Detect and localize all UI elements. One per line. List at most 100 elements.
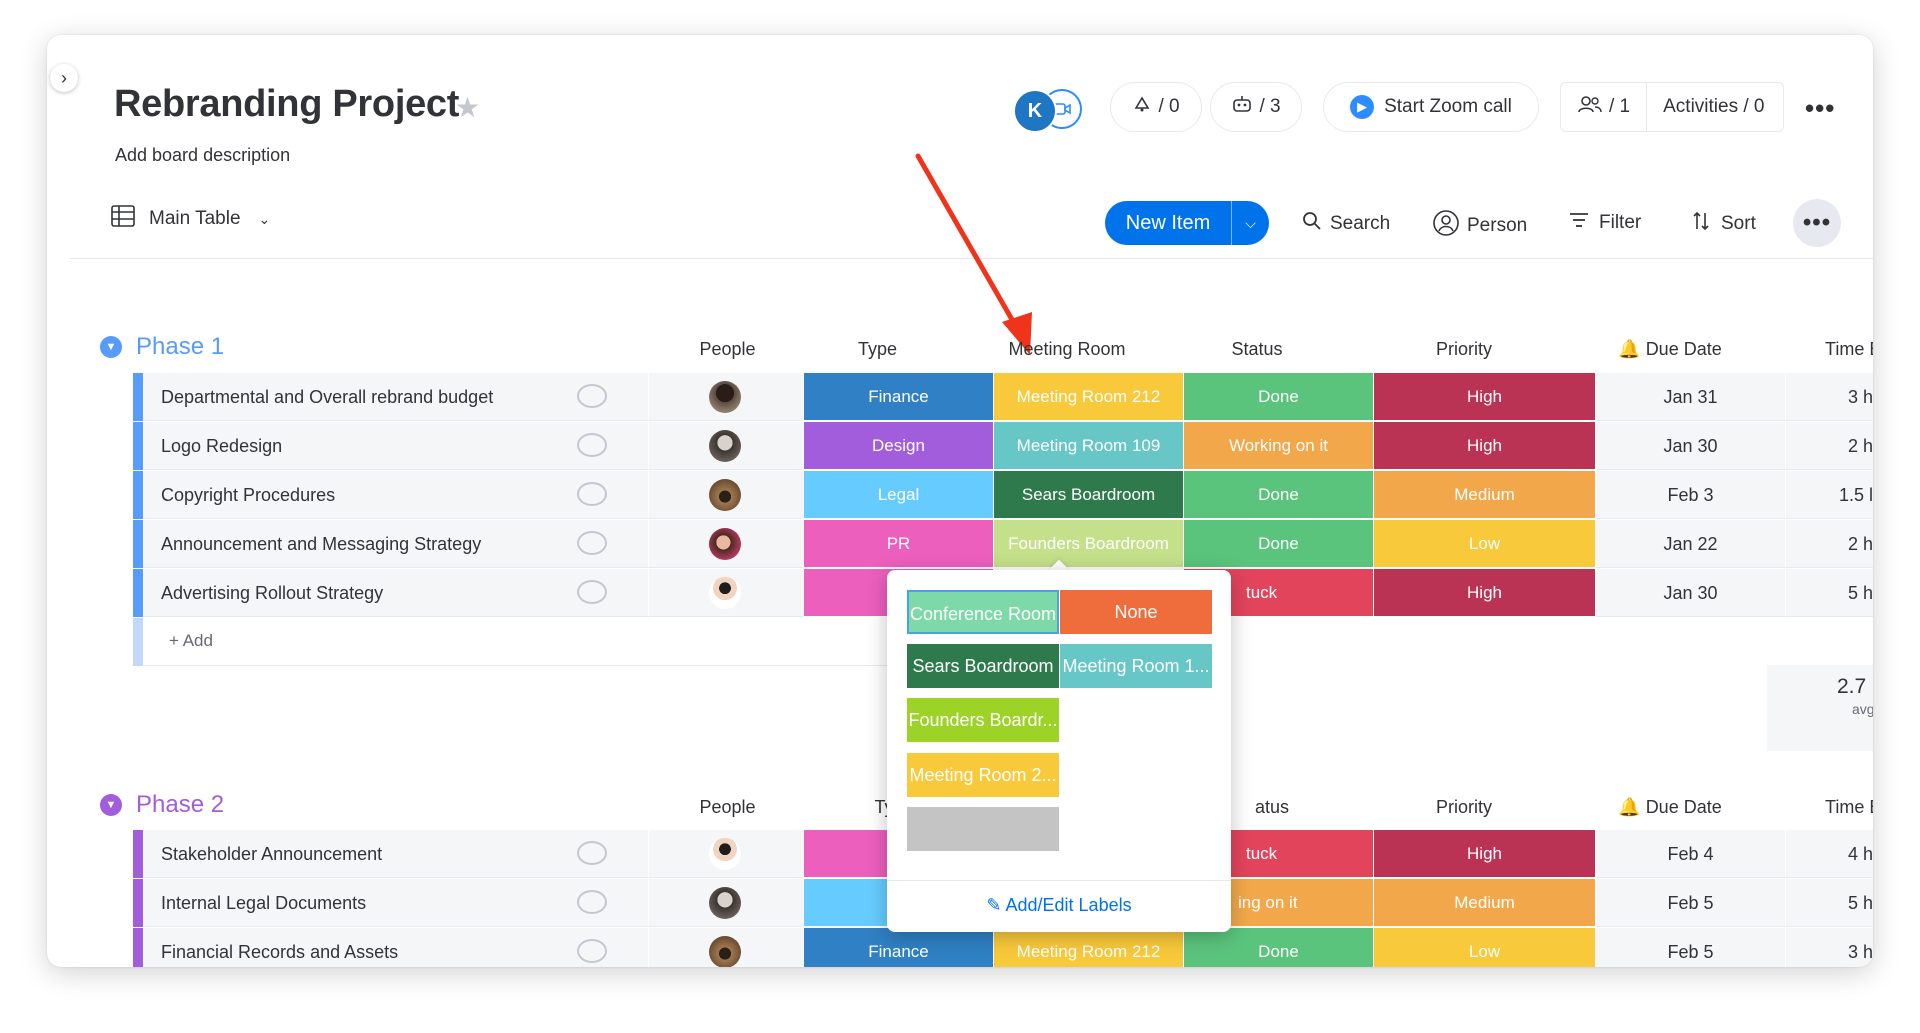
label-option-sears-boardroom[interactable]: Sears Boardroom <box>907 644 1059 688</box>
activities-button[interactable]: Activities / 0 <box>1663 96 1764 118</box>
meeting-room-cell[interactable]: Founders Boardroom <box>993 520 1183 568</box>
people-cell[interactable] <box>648 830 803 878</box>
status-cell[interactable]: Done <box>1183 520 1373 568</box>
updates-button[interactable]: / 0 <box>1110 82 1202 132</box>
meeting-room-cell[interactable]: Meeting Room 212 <box>993 373 1183 421</box>
people-cell[interactable] <box>648 422 803 470</box>
table-row[interactable]: Logo Redesign Design Meeting Room 109 Wo… <box>133 422 1873 470</box>
time-cell[interactable]: 2 h <box>1785 422 1873 470</box>
column-header-time[interactable]: Time E <box>1825 339 1873 360</box>
label-option-meeting-room-212[interactable]: Meeting Room 2... <box>907 753 1059 797</box>
due-date-cell[interactable]: Feb 4 <box>1595 830 1785 878</box>
priority-cell[interactable]: High <box>1373 569 1595 617</box>
table-row[interactable]: Copyright Procedures Legal Sears Boardro… <box>133 471 1873 519</box>
members-count[interactable]: / 1 <box>1609 96 1630 118</box>
automations-button[interactable]: / 3 <box>1210 82 1302 132</box>
time-cell[interactable]: 5 h <box>1785 879 1873 927</box>
people-cell[interactable] <box>648 879 803 927</box>
people-cell[interactable] <box>648 928 803 967</box>
board-menu-icon[interactable]: ••• <box>1793 199 1841 247</box>
comment-icon[interactable] <box>577 580 607 604</box>
people-cell[interactable] <box>648 373 803 421</box>
chevron-down-icon[interactable]: ⌵ <box>1232 215 1269 232</box>
view-selector[interactable]: Main Table ⌄ <box>111 205 270 233</box>
new-item-button[interactable]: New Item ⌵ <box>1105 201 1269 245</box>
board-description[interactable]: Add board description <box>115 145 290 166</box>
column-header-time[interactable]: Time E <box>1825 797 1873 818</box>
column-header-type[interactable]: Type <box>782 339 973 360</box>
priority-cell[interactable]: High <box>1373 373 1595 421</box>
priority-cell[interactable]: High <box>1373 422 1595 470</box>
label-option-meeting-room-109[interactable]: Meeting Room 1... <box>1060 644 1212 688</box>
item-name[interactable]: Stakeholder Announcement <box>161 830 382 878</box>
meeting-room-cell[interactable]: Meeting Room 212 <box>993 928 1183 967</box>
comment-icon[interactable] <box>577 433 607 457</box>
comment-icon[interactable] <box>577 841 607 865</box>
label-option-conference-room[interactable]: Conference Room <box>907 590 1059 634</box>
column-header-status[interactable]: Status <box>1162 339 1352 360</box>
time-cell[interactable]: 3 h <box>1785 928 1873 967</box>
group-title-phase-1[interactable]: ▼ Phase 1 <box>100 333 224 361</box>
type-cell[interactable]: Design <box>803 422 993 470</box>
time-cell[interactable]: 4 h <box>1785 830 1873 878</box>
board-title[interactable]: Rebranding Project <box>114 83 459 126</box>
comment-icon[interactable] <box>577 384 607 408</box>
chevron-down-icon[interactable]: ▼ <box>100 794 122 816</box>
comment-icon[interactable] <box>577 939 607 963</box>
due-date-cell[interactable]: Jan 22 <box>1595 520 1785 568</box>
due-date-cell[interactable]: Jan 30 <box>1595 569 1785 617</box>
more-options-icon[interactable]: ••• <box>1805 93 1835 124</box>
due-date-cell[interactable]: Feb 5 <box>1595 879 1785 927</box>
group-title-phase-2[interactable]: ▼ Phase 2 <box>100 791 224 819</box>
people-icon[interactable] <box>1577 94 1603 120</box>
item-name[interactable]: Logo Redesign <box>161 422 282 470</box>
status-cell[interactable]: Done <box>1183 928 1373 967</box>
time-cell[interactable]: 5 h <box>1785 569 1873 617</box>
due-date-cell[interactable]: Feb 5 <box>1595 928 1785 967</box>
label-option-blank[interactable] <box>907 807 1059 851</box>
time-cell[interactable]: 2 h <box>1785 520 1873 568</box>
column-header-people[interactable]: People <box>650 797 805 818</box>
add-item-input[interactable]: + Add <box>169 631 213 651</box>
search-button[interactable]: Search <box>1302 211 1390 237</box>
type-cell[interactable]: PR <box>803 520 993 568</box>
due-date-cell[interactable]: Jan 31 <box>1595 373 1785 421</box>
item-name[interactable]: Financial Records and Assets <box>161 928 398 967</box>
item-name[interactable]: Internal Legal Documents <box>161 879 366 927</box>
people-cell[interactable] <box>648 569 803 617</box>
column-header-meeting-room[interactable]: Meeting Room <box>972 339 1162 360</box>
item-name[interactable]: Departmental and Overall rebrand budget <box>161 373 493 421</box>
people-cell[interactable] <box>648 520 803 568</box>
start-zoom-call-button[interactable]: ▶ Start Zoom call <box>1323 82 1539 132</box>
status-cell[interactable]: Done <box>1183 471 1373 519</box>
sort-button[interactable]: Sort <box>1693 211 1756 237</box>
column-header-due-date[interactable]: 🔔 Due Date <box>1575 339 1765 360</box>
column-header-priority[interactable]: Priority <box>1353 339 1575 360</box>
label-option-founders-boardroom[interactable]: Founders Boardr... <box>907 698 1059 742</box>
avatar[interactable]: K <box>1013 89 1057 133</box>
time-cell[interactable]: 3 h <box>1785 373 1873 421</box>
column-header-priority[interactable]: Priority <box>1353 797 1575 818</box>
type-cell[interactable]: Finance <box>803 373 993 421</box>
column-header-due-date[interactable]: 🔔 Due Date <box>1575 797 1765 818</box>
priority-cell[interactable]: Low <box>1373 520 1595 568</box>
item-name[interactable]: Announcement and Messaging Strategy <box>161 520 481 568</box>
filter-button[interactable]: Filter <box>1569 211 1641 235</box>
label-option-none[interactable]: None <box>1060 590 1212 634</box>
column-header-status[interactable]: atus <box>1242 797 1302 818</box>
item-name[interactable]: Advertising Rollout Strategy <box>161 569 383 617</box>
comment-icon[interactable] <box>577 531 607 555</box>
table-row[interactable]: Announcement and Messaging Strategy PR F… <box>133 520 1873 568</box>
table-row[interactable]: Financial Records and Assets Finance Mee… <box>133 928 1873 967</box>
priority-cell[interactable]: Low <box>1373 928 1595 967</box>
chevron-down-icon[interactable]: ▼ <box>100 336 122 358</box>
priority-cell[interactable]: Medium <box>1373 471 1595 519</box>
comment-icon[interactable] <box>577 482 607 506</box>
add-edit-labels-button[interactable]: ✎ Add/Edit Labels <box>887 895 1231 916</box>
person-filter-button[interactable]: Person <box>1433 210 1527 242</box>
table-row[interactable]: Departmental and Overall rebrand budget … <box>133 373 1873 421</box>
chevron-right-icon[interactable]: › <box>50 64 78 92</box>
item-name[interactable]: Copyright Procedures <box>161 471 335 519</box>
meeting-room-cell[interactable]: Meeting Room 109 <box>993 422 1183 470</box>
priority-cell[interactable]: Medium <box>1373 879 1595 927</box>
